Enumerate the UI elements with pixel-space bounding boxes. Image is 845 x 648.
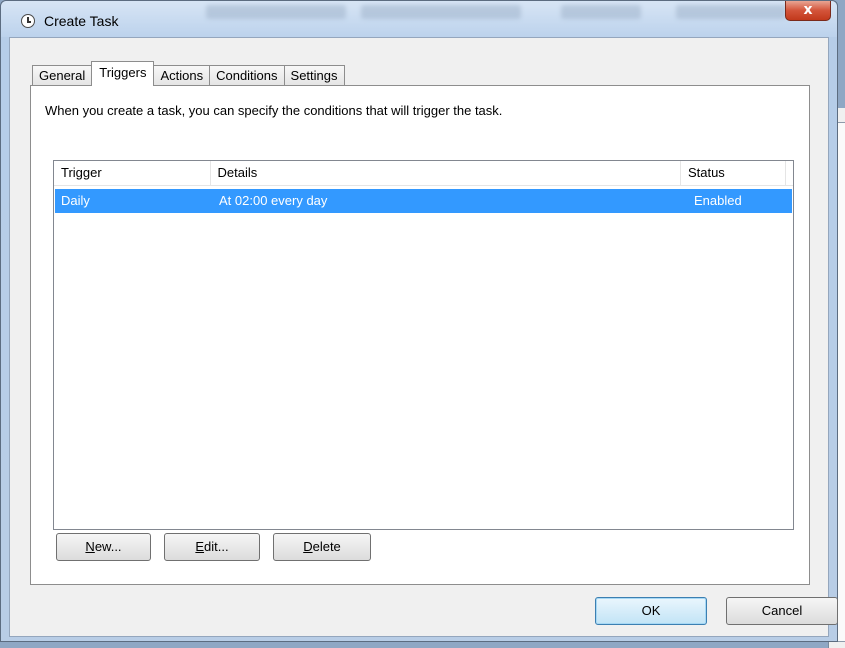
- edit-accel: E: [195, 539, 205, 554]
- tab-settings[interactable]: Settings: [283, 65, 345, 86]
- table-row[interactable]: Daily At 02:00 every day Enabled: [55, 189, 792, 213]
- cell-trigger: Daily: [61, 193, 90, 208]
- tab-triggers[interactable]: Triggers: [91, 61, 155, 86]
- triggers-tab-panel: When you create a task, you can specify …: [30, 85, 810, 585]
- dialog-client-area: General Triggers Actions Conditions Sett…: [9, 37, 838, 637]
- close-button[interactable]: x: [785, 1, 831, 21]
- new-label: ew...: [94, 539, 122, 554]
- delete-trigger-button[interactable]: Delete: [273, 533, 371, 561]
- new-accel: N: [85, 539, 95, 554]
- ok-button[interactable]: OK: [595, 597, 707, 625]
- create-task-dialog: Create Task x General Triggers Actions C…: [0, 0, 838, 642]
- tab-conditions[interactable]: Conditions: [209, 65, 285, 86]
- close-icon: x: [803, 2, 813, 18]
- edit-label: dit...: [204, 539, 229, 554]
- triggers-list[interactable]: Trigger Details Status Daily At 02:00 ev…: [53, 160, 794, 530]
- title-bar[interactable]: Create Task x: [1, 1, 837, 37]
- delete-accel: D: [303, 539, 313, 554]
- column-header-trigger[interactable]: Trigger: [54, 161, 211, 186]
- column-header-status[interactable]: Status: [681, 161, 786, 186]
- cell-details: At 02:00 every day: [219, 193, 328, 208]
- list-header: Trigger Details Status: [54, 161, 793, 186]
- clock-icon: [21, 14, 35, 28]
- tab-general[interactable]: General: [32, 65, 93, 86]
- cancel-button[interactable]: Cancel: [726, 597, 838, 625]
- new-trigger-button[interactable]: New...: [56, 533, 151, 561]
- window-title: Create Task: [44, 13, 119, 29]
- column-header-filler: [786, 161, 793, 186]
- cell-status: Enabled: [694, 193, 742, 208]
- delete-label: elete: [312, 539, 341, 554]
- triggers-intro-text: When you create a task, you can specify …: [45, 103, 503, 118]
- tab-strip: General Triggers Actions Conditions Sett…: [32, 61, 345, 86]
- edit-trigger-button[interactable]: Edit...: [164, 533, 260, 561]
- tab-actions[interactable]: Actions: [153, 65, 211, 86]
- column-header-details[interactable]: Details: [211, 161, 681, 186]
